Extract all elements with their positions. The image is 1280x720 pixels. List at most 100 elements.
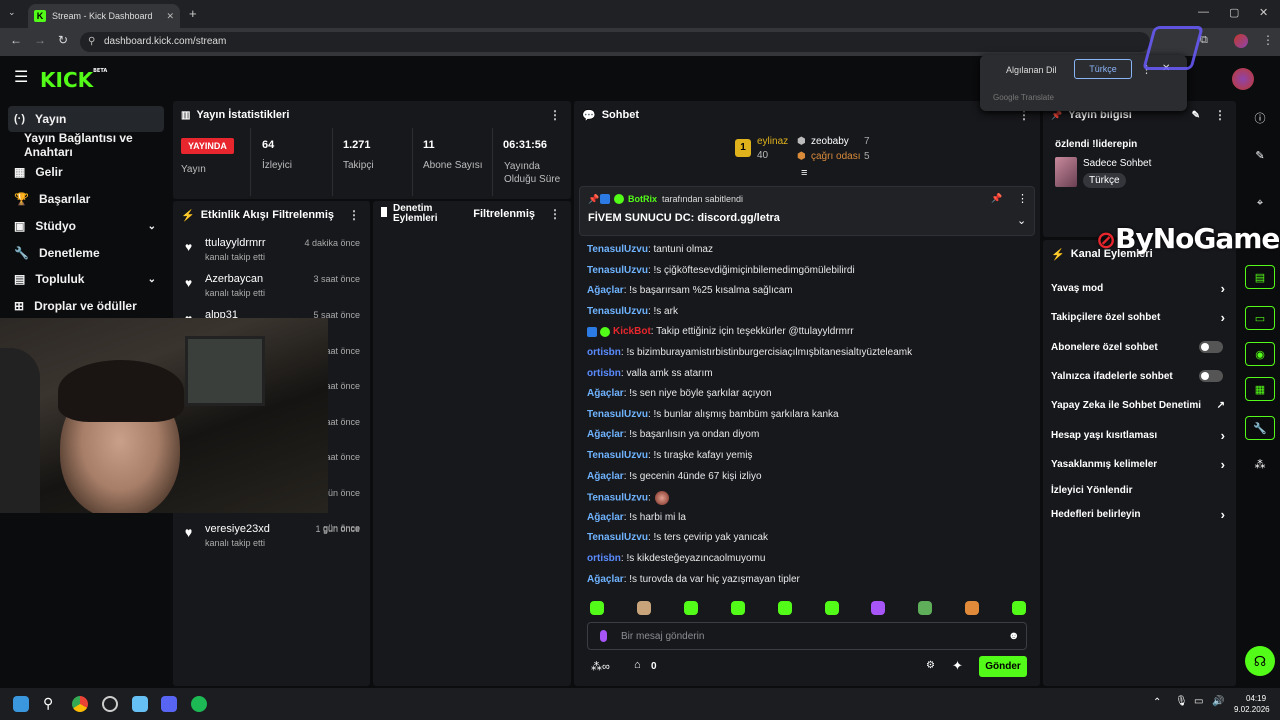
chevron-down-icon[interactable]: ⌄ [1017,214,1026,227]
chat-username[interactable]: TenasulUzvu [587,493,648,504]
chat-username[interactable]: Ağaçlar [587,471,624,482]
sidebar-item-revenue[interactable]: ▦ Gelir [8,159,164,185]
more-options-icon[interactable]: ⋮ [549,108,561,122]
microphone-icon[interactable] [600,630,607,642]
emote-icon[interactable] [871,601,886,615]
chat-icon[interactable]: ▭ [1245,306,1275,330]
emote-icon[interactable] [683,601,698,615]
unpin-icon[interactable]: 📌 [991,193,1002,204]
more-options-icon[interactable]: ⋮ [348,208,360,222]
send-button[interactable]: Gönder [979,656,1027,677]
windows-start-icon[interactable] [13,696,29,712]
event-username[interactable]: ttulayyldrmrr [205,237,266,249]
emote-icon[interactable] [965,601,980,615]
sidebar-item-stream-key[interactable]: Yayın Bağlantısı ve Anahtarı [18,131,174,159]
emote-icon[interactable] [590,601,604,615]
chat-username[interactable]: KickBot [613,326,651,337]
channel-action-item[interactable]: Takipçilere özel sohbet › [1051,307,1229,327]
site-info-icon[interactable]: ⚲ [88,32,95,52]
more-options-icon[interactable]: ⋮ [1214,108,1226,122]
emote-icon[interactable] [636,601,651,615]
chat-username[interactable]: Ağaçlar [587,512,624,523]
network-icon[interactable]: ▭ [1194,696,1203,707]
url-field[interactable]: ⚲ dashboard.kick.com/stream [80,32,1150,52]
microphone-tray-icon[interactable]: 🎙 [1175,696,1188,707]
sidebar-item-drops[interactable]: ⊞ Droplar ve ödüller [8,293,164,319]
filter-button[interactable]: Filtrelenmiş [272,209,334,221]
chat-username[interactable]: TenasulUzvu [587,265,648,276]
sidebar-item-moderation[interactable]: 🔧 Denetleme [8,240,164,266]
chrome-icon[interactable] [72,696,88,712]
notes-icon[interactable]: ▤ [1245,265,1275,289]
chat-username[interactable]: TenasulUzvu [587,306,648,317]
channel-action-item[interactable]: İzleyici Yönlendir [1051,480,1229,500]
settings-gear-icon[interactable]: ⚙ [926,660,935,671]
hamburger-menu-icon[interactable]: ☰ [14,67,28,87]
tab-list-icon[interactable]: ⌄ [8,7,16,18]
sidebar-item-community[interactable]: ▤ Topluluk ⌄ [8,266,164,292]
profile-avatar-icon[interactable] [1234,34,1248,48]
chat-username[interactable]: Ağaçlar [587,285,624,296]
edit-pencil-icon[interactable]: ✎ [1245,143,1275,167]
browser-tab[interactable]: K Stream - Kick Dashboard ✕ [28,4,180,28]
channel-action-item[interactable]: Yasaklanmış kelimeler › [1051,454,1229,474]
expand-leaderboard-icon[interactable]: ≡ [801,167,807,179]
edit-pencil-icon[interactable]: ✎ [1192,110,1200,121]
emote-icon[interactable] [730,601,745,615]
toggle-switch[interactable] [1199,341,1223,353]
new-tab-icon[interactable]: + [189,6,197,21]
sidebar-item-stream[interactable]: (·) Yayın [8,106,164,132]
apps-icon[interactable]: ⁂ [1245,452,1275,476]
volume-icon[interactable]: 🔊 [1212,696,1224,707]
detected-language-tab[interactable]: Algılanan Dil [1006,65,1057,75]
window-close-icon[interactable]: ✕ [1259,6,1268,19]
chat-username[interactable]: Ağaçlar [587,388,624,399]
mod-badge-icon[interactable]: ✦ [952,658,963,674]
more-options-icon[interactable]: ⋮ [1017,192,1028,205]
more-options-icon[interactable]: ⋮ [549,207,561,221]
event-username[interactable]: Azerbaycan [205,273,263,285]
store-icon[interactable]: ⌂ [634,659,641,671]
chat-username[interactable]: ortisbn [587,553,621,564]
chat-username[interactable]: ortisbn [587,368,621,379]
emote-icon[interactable] [824,601,839,615]
chat-username[interactable]: Ağaçlar [587,574,624,585]
wrench-icon[interactable]: 🔧 [1245,416,1275,440]
focus-icon[interactable]: ⌖ [1245,191,1275,215]
broadcast-icon[interactable]: ◉ [1245,342,1275,366]
leader-third-name[interactable]: çağrı odası [811,151,860,162]
layout-icon[interactable]: ▦ [1245,377,1275,401]
spotify-icon[interactable] [191,696,207,712]
target-language-tab[interactable]: Türkçe [1074,59,1132,79]
help-headset-icon[interactable]: ☊ [1245,646,1275,676]
chat-input-box[interactable]: Bir mesaj gönderin ☻ [587,622,1027,650]
toggle-switch[interactable] [1199,370,1223,382]
channel-action-item[interactable]: Yavaş mod › [1051,278,1229,298]
emote-icon[interactable] [777,601,792,615]
event-username[interactable]: veresiye23xd [205,523,270,535]
app-icon[interactable] [102,696,118,712]
leader-second-name[interactable]: zeobaby [811,136,849,147]
chat-username[interactable]: TenasulUzvu [587,409,648,420]
tab-close-icon[interactable]: ✕ [166,11,174,22]
clock-time[interactable]: 04:19 [1246,694,1266,703]
chat-username[interactable]: TenasulUzvu [587,244,648,255]
browser-menu-icon[interactable]: ⋮ [1262,33,1274,47]
points-icon[interactable]: ⁂∞ [591,660,610,673]
sidebar-item-achievements[interactable]: 🏆 Başarılar [8,186,164,212]
chat-username[interactable]: TenasulUzvu [587,532,648,543]
forward-icon[interactable]: → [34,33,46,47]
leader-first-name[interactable]: eylinaz [757,136,788,147]
chat-username[interactable]: ortisbn [587,347,621,358]
channel-action-item[interactable]: Abonelere özel sohbet [1051,337,1229,357]
chat-username[interactable]: Ağaçlar [587,429,624,440]
filter-button[interactable]: Filtrelenmiş [473,208,535,220]
user-avatar[interactable] [1232,68,1254,90]
pinned-by-name[interactable]: BotRix [628,194,657,204]
clock-date[interactable]: 9.02.2026 [1234,705,1270,714]
emote-icon[interactable] [1012,601,1027,615]
emoji-picker-icon[interactable]: ☻ [1008,630,1020,642]
channel-action-item[interactable]: Yalnızca ifadelerle sohbet [1051,366,1229,386]
discord-icon[interactable] [161,696,177,712]
channel-action-item[interactable]: Hesap yaşı kısıtlaması › [1051,425,1229,445]
